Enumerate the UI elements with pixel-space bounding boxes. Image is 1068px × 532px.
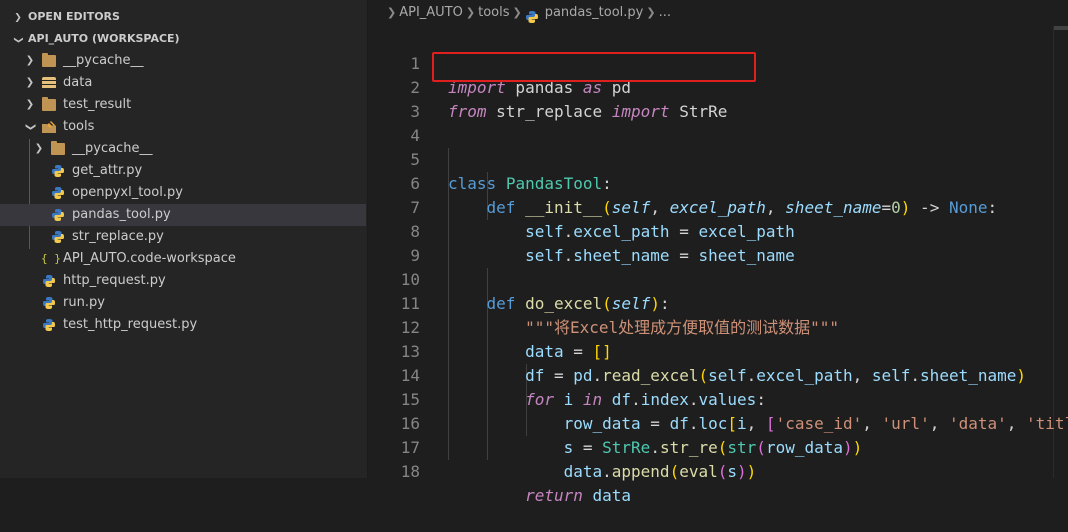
- code-line: 5 class PandasTool:: [368, 124, 611, 193]
- code-text: row_data = df.loc[i, ['case_id', 'url', …: [563, 414, 1068, 433]
- chevron-right-icon: ❯: [25, 77, 35, 88]
- database-folder-icon: [42, 77, 56, 89]
- tree-item-test-result[interactable]: ❯ test_result: [0, 94, 366, 116]
- code-line: 6 def __init__(self, excel_path, sheet_n…: [368, 148, 997, 217]
- tree-item-label: test_result: [63, 97, 132, 112]
- breadcrumb-file[interactable]: pandas_tool.py: [545, 5, 644, 20]
- tree-item-label: __pycache__: [63, 53, 144, 68]
- chevron-right-icon: ❯: [512, 6, 522, 19]
- code-text: def do_excel(self):: [486, 294, 670, 313]
- chevron-right-icon: ❯: [646, 6, 656, 19]
- breadcrumb: ❯ API_AUTO ❯ tools ❯ pandas_tool.py ❯...: [368, 0, 1068, 26]
- tree-item-label: data: [63, 75, 93, 90]
- chevron-right-icon: ❯: [25, 55, 35, 66]
- tree-item-data[interactable]: ❯ data: [0, 72, 366, 94]
- code-text: df = pd.read_excel(self.excel_path, self…: [525, 366, 1027, 385]
- chevron-down-icon: ❯: [25, 122, 36, 132]
- scrollbar-thumb[interactable]: [1054, 26, 1068, 30]
- folder-icon: [51, 141, 65, 155]
- code-text: class PandasTool:: [448, 174, 612, 193]
- code-line: 13 df = pd.read_excel(self.excel_path, s…: [368, 316, 1026, 385]
- chevron-down-icon: ❯: [13, 36, 23, 44]
- code-line: 1 import pandas as pd: [368, 28, 631, 97]
- tree-item-run[interactable]: run.py: [0, 292, 366, 314]
- code-text: for i in df.index.values:: [525, 390, 766, 409]
- open-editors-label: OPEN EDITORS: [28, 10, 120, 23]
- tools-folder-icon: [41, 119, 57, 135]
- tree-item-tools[interactable]: ❯ tools: [0, 116, 366, 138]
- python-file-icon: [51, 164, 65, 178]
- code-line: 18 return data: [368, 436, 631, 505]
- braces-icon: { }: [41, 252, 61, 265]
- tree-item-label: get_attr.py: [72, 163, 143, 178]
- code-text: self.sheet_name = sheet_name: [525, 246, 795, 265]
- python-file-icon: [42, 274, 56, 288]
- workspace-section[interactable]: ❯ API_AUTO (WORKSPACE): [0, 28, 180, 50]
- line-number: 18: [400, 462, 420, 481]
- tree-item-workspace-file[interactable]: { } API_AUTO.code-workspace: [0, 248, 366, 270]
- code-line: 12 data = []: [368, 292, 612, 361]
- folder-icon: [42, 53, 56, 67]
- python-file-icon: [51, 186, 65, 200]
- code-line: 15 row_data = df.loc[i, ['case_id', 'url…: [368, 364, 1068, 433]
- code-text: return data: [525, 486, 632, 505]
- breadcrumb-folder[interactable]: tools: [478, 5, 509, 20]
- tree-item-http-request[interactable]: http_request.py: [0, 270, 366, 292]
- code-text: from str_replace import StrRe: [448, 102, 728, 121]
- tree-item-tools-pycache[interactable]: ❯ __pycache__: [0, 138, 366, 160]
- tree-item-label: http_request.py: [63, 273, 166, 288]
- tree-item-label: run.py: [63, 295, 105, 310]
- code-text: data = []: [525, 342, 612, 361]
- chevron-right-icon: ❯: [25, 99, 35, 110]
- tree-item-label: tools: [63, 119, 95, 134]
- tree-item-label: test_http_request.py: [63, 317, 198, 332]
- tree-item-pycache[interactable]: ❯ __pycache__: [0, 50, 366, 72]
- tree-item-str-replace[interactable]: str_replace.py: [0, 226, 366, 248]
- python-file-icon: [42, 318, 56, 332]
- code-line: 11 """将Excel处理成方便取值的测试数据""": [368, 268, 839, 337]
- explorer-sidebar: ❯ OPEN EDITORS ❯ API_AUTO (WORKSPACE) ❯ __…: [0, 0, 368, 478]
- tree-item-pandas-tool[interactable]: pandas_tool.py: [0, 204, 366, 226]
- tree-item-test-http-request[interactable]: test_http_request.py: [0, 314, 366, 336]
- workspace-label: API_AUTO (WORKSPACE): [28, 32, 180, 45]
- open-editors-section[interactable]: ❯ OPEN EDITORS: [0, 6, 120, 28]
- code-line: 7 self.excel_path = excel_path: [368, 172, 794, 241]
- python-file-icon: [51, 230, 65, 244]
- python-file-icon: [525, 8, 540, 23]
- chevron-right-icon: ❯: [387, 6, 397, 19]
- chevron-right-icon: ❯: [465, 6, 476, 19]
- code-line: 4: [368, 100, 445, 145]
- tree-item-label: API_AUTO.code-workspace: [63, 251, 236, 266]
- code-text: self.excel_path = excel_path: [525, 222, 795, 241]
- tree-item-get-attr[interactable]: get_attr.py: [0, 160, 366, 182]
- code-line: 8 self.sheet_name = sheet_name: [368, 196, 794, 265]
- code-line: 10 def do_excel(self):: [368, 244, 670, 313]
- code-text: """将Excel处理成方便取值的测试数据""": [525, 318, 840, 337]
- tree-item-label: pandas_tool.py: [72, 207, 171, 222]
- highlight-annotation-box: [432, 52, 756, 82]
- code-text: def __init__(self, excel_path, sheet_nam…: [486, 198, 998, 217]
- breadcrumb-root[interactable]: API_AUTO: [399, 5, 463, 20]
- breadcrumb-more[interactable]: ...: [659, 5, 671, 20]
- tree-item-label: str_replace.py: [72, 229, 164, 244]
- python-file-icon: [42, 296, 56, 310]
- editor-scrollbar[interactable]: [1053, 26, 1068, 478]
- tree-item-label: __pycache__: [72, 141, 153, 156]
- python-file-icon: [51, 208, 65, 222]
- code-text: s = StrRe.str_re(str(row_data)): [563, 438, 863, 457]
- vscode-window: ❯ OPEN EDITORS ❯ API_AUTO (WORKSPACE) ❯ __…: [0, 0, 1068, 505]
- chevron-right-icon: ❯: [14, 13, 22, 23]
- code-line: 16 s = StrRe.str_re(str(row_data)): [368, 388, 863, 457]
- code-line: 14 for i in df.index.values:: [368, 340, 766, 409]
- code-text: data.append(eval(s)): [563, 462, 757, 481]
- code-line: 17 data.append(eval(s)): [368, 412, 757, 481]
- code-line: 9: [368, 220, 445, 265]
- chevron-right-icon: ❯: [34, 143, 44, 154]
- folder-icon: [42, 97, 56, 111]
- tree-item-openpyxl-tool[interactable]: openpyxl_tool.py: [0, 182, 366, 204]
- tree-item-label: openpyxl_tool.py: [72, 185, 183, 200]
